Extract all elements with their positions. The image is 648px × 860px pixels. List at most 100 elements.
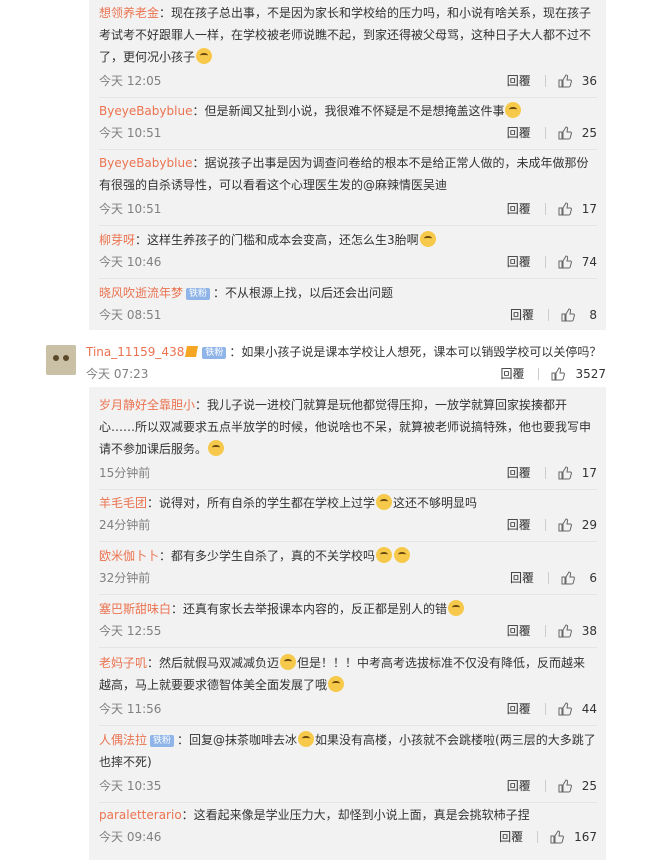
reply-button[interactable]: 回覆 xyxy=(500,363,524,385)
username[interactable]: 老妈子叽 xyxy=(99,656,147,670)
divider xyxy=(537,831,539,843)
like-count: 29 xyxy=(581,518,597,532)
thumbs-up-icon[interactable] xyxy=(558,624,572,638)
thumbs-up-icon[interactable] xyxy=(558,255,572,269)
thumbs-up-icon[interactable] xyxy=(558,702,572,716)
reply-button[interactable]: 回覆 xyxy=(507,698,531,720)
reply-item: 想领养老金：现在孩子总出事，不是因为家长和学校给的压力吗，和小说有啥关系，现在孩… xyxy=(99,2,597,88)
reply-button[interactable]: 回覆 xyxy=(507,620,531,642)
doge-emoji-icon xyxy=(328,676,345,692)
username[interactable]: 柳芽呀 xyxy=(99,233,135,247)
like-count: 44 xyxy=(581,702,597,716)
timestamp: 今天 09:46 xyxy=(99,830,162,844)
cry-emoji-icon xyxy=(376,547,393,563)
timestamp: 今天 08:51 xyxy=(99,308,162,322)
username[interactable]: 欧米伽卜卜 xyxy=(99,549,159,563)
divider xyxy=(99,149,597,150)
cry-emoji-icon xyxy=(196,48,213,64)
username[interactable]: ByeyeBabyblue xyxy=(99,104,192,118)
divider xyxy=(544,703,546,715)
reply-text: 塞巴斯甜味白：还真有家长去举报课本内容的，反正都是别人的错 xyxy=(99,598,597,620)
divider xyxy=(544,625,546,637)
username[interactable]: Tina_11159_438 xyxy=(86,345,184,359)
avatar[interactable] xyxy=(46,345,76,375)
reply-item: 欧米伽卜卜：都有多少学生自杀了，真的不关学校吗 32分钟前 回覆 6 xyxy=(99,545,597,585)
divider xyxy=(538,368,540,380)
divider xyxy=(544,467,546,479)
username[interactable]: 想领养老金 xyxy=(99,6,159,20)
divider xyxy=(544,519,546,531)
divider xyxy=(99,225,597,226)
divider xyxy=(544,203,546,215)
doge-emoji-icon xyxy=(376,494,393,510)
reply-button[interactable]: 回覆 xyxy=(507,198,531,220)
comment-meta: 今天 07:23 回覆 3527 xyxy=(86,363,606,385)
thumbs-up-icon[interactable] xyxy=(558,74,572,88)
divider xyxy=(544,780,546,792)
timestamp: 15分钟前 xyxy=(99,466,151,480)
thumbs-up-icon[interactable] xyxy=(551,367,566,381)
reply-text: ByeyeBabyblue：据说孩子出事是因为调查问卷给的根本不是给正常人做的，… xyxy=(99,152,597,196)
reply-item: 晓风吹逝流年梦 铁粉 ：不从根源上找，以后还会出问题 今天 08:51 回覆 8 xyxy=(99,282,597,322)
reply-body: ：还真有家长去举报课本内容的，反正都是别人的错 xyxy=(171,602,448,616)
reply-button[interactable]: 回覆 xyxy=(507,70,531,92)
reply-button[interactable]: 回覆 xyxy=(507,122,531,144)
thumbs-up-icon[interactable] xyxy=(550,830,565,844)
reply-button[interactable]: 回覆 xyxy=(510,304,534,326)
timestamp: 今天 12:55 xyxy=(99,624,162,638)
reply-item: 岁月静好全靠胆小：我儿子说一进校门就算是玩他都觉得压抑，一放学就算回家挨揍都开心… xyxy=(99,394,597,480)
reply-item: 人偶法拉 铁粉 ：回复@抹茶咖啡去冰 如果没有高楼，小孩就不会跳楼啦(两三层的大多跳了… xyxy=(99,729,597,793)
username[interactable]: paraletterario xyxy=(99,808,182,822)
timestamp: 今天 12:05 xyxy=(99,74,162,88)
reply-button[interactable]: 回覆 xyxy=(499,826,523,848)
reply-text: 欧米伽卜卜：都有多少学生自杀了，真的不关学校吗 xyxy=(99,545,597,567)
reply-item: paraletterario：这看起来像是学业压力大，却怪到小说上面，真是会挑软… xyxy=(99,804,597,844)
divider xyxy=(99,541,597,542)
reply-button[interactable]: 回覆 xyxy=(507,462,531,484)
thumbs-up-icon[interactable] xyxy=(558,202,572,216)
reply-text: 岁月静好全靠胆小：我儿子说一进校门就算是玩他都觉得压抑，一放学就算回家挨揍都开心… xyxy=(99,394,597,460)
divider xyxy=(99,647,597,648)
divider xyxy=(99,278,597,279)
reply-item: 老妈子叽：然后就假马双减减负迈 但是！！！中考高考选拔标准不仅没有降低，反而越来越… xyxy=(99,652,597,716)
thumbs-up-icon[interactable] xyxy=(558,466,572,480)
thumbs-up-icon[interactable] xyxy=(558,779,572,793)
username[interactable]: 塞巴斯甜味白 xyxy=(99,602,171,616)
reply-text: 人偶法拉 铁粉 ：回复@抹茶咖啡去冰 如果没有高楼，小孩就不会跳楼啦(两三层的大多跳了… xyxy=(99,729,597,773)
cry-emoji-icon xyxy=(208,440,225,456)
username[interactable]: 晓风吹逝流年梦 xyxy=(99,286,183,300)
thumbs-up-icon[interactable] xyxy=(558,126,572,140)
username[interactable]: 羊毛毛团 xyxy=(99,496,147,510)
username[interactable]: 人偶法拉 xyxy=(99,733,147,747)
timestamp: 今天 10:51 xyxy=(99,202,162,216)
reply-button[interactable]: 回覆 xyxy=(507,775,531,797)
like-count: 17 xyxy=(581,202,597,216)
thumbs-up-icon[interactable] xyxy=(558,518,572,532)
reply-text: 羊毛毛团：说得对，所有自杀的学生都在学校上过学 这还不够明显吗 xyxy=(99,492,597,514)
thumbs-up-icon[interactable] xyxy=(561,571,575,585)
divider xyxy=(544,127,546,139)
fan-badge: 铁粉 xyxy=(150,735,175,747)
reply-meta: 32分钟前 回覆 6 xyxy=(99,567,597,589)
timestamp: 今天 10:51 xyxy=(99,126,162,140)
timestamp: 32分钟前 xyxy=(99,571,151,585)
reply-meta: 今天 10:35 回覆 25 xyxy=(99,775,597,797)
reply-body: ：都有多少学生自杀了，真的不关学校吗 xyxy=(159,549,376,563)
thumbs-up-icon[interactable] xyxy=(561,308,575,322)
top-comment-text: Tina_11159_438 铁粉 ：如果小孩子说是课本学校让人想死，课本可以销毁学… xyxy=(86,343,606,361)
divider xyxy=(99,97,597,98)
reply-button[interactable]: 回覆 xyxy=(510,567,534,589)
reply-body: ：现在孩子总出事，不是因为家长和学校给的压力吗，和小说有啥关系，现在孩子考试考不… xyxy=(99,6,592,64)
divider xyxy=(99,594,597,595)
dog-emoji-icon xyxy=(298,731,315,747)
reply-body-cont: 这还不够明显吗 xyxy=(393,496,478,510)
reply-body: ：然后就假马双减减负迈 xyxy=(147,656,280,670)
reply-meta: 15分钟前 回覆 17 xyxy=(99,462,597,484)
cry-emoji-icon xyxy=(394,547,411,563)
username[interactable]: 岁月静好全靠胆小 xyxy=(99,398,195,412)
reply-button[interactable]: 回覆 xyxy=(507,514,531,536)
reply-body: ：这看起来像是学业压力大，却怪到小说上面，真是会挑软柿子捏 xyxy=(181,808,530,822)
reply-button[interactable]: 回覆 xyxy=(507,251,531,273)
username[interactable]: ByeyeBabyblue xyxy=(99,156,192,170)
divider xyxy=(99,489,597,490)
